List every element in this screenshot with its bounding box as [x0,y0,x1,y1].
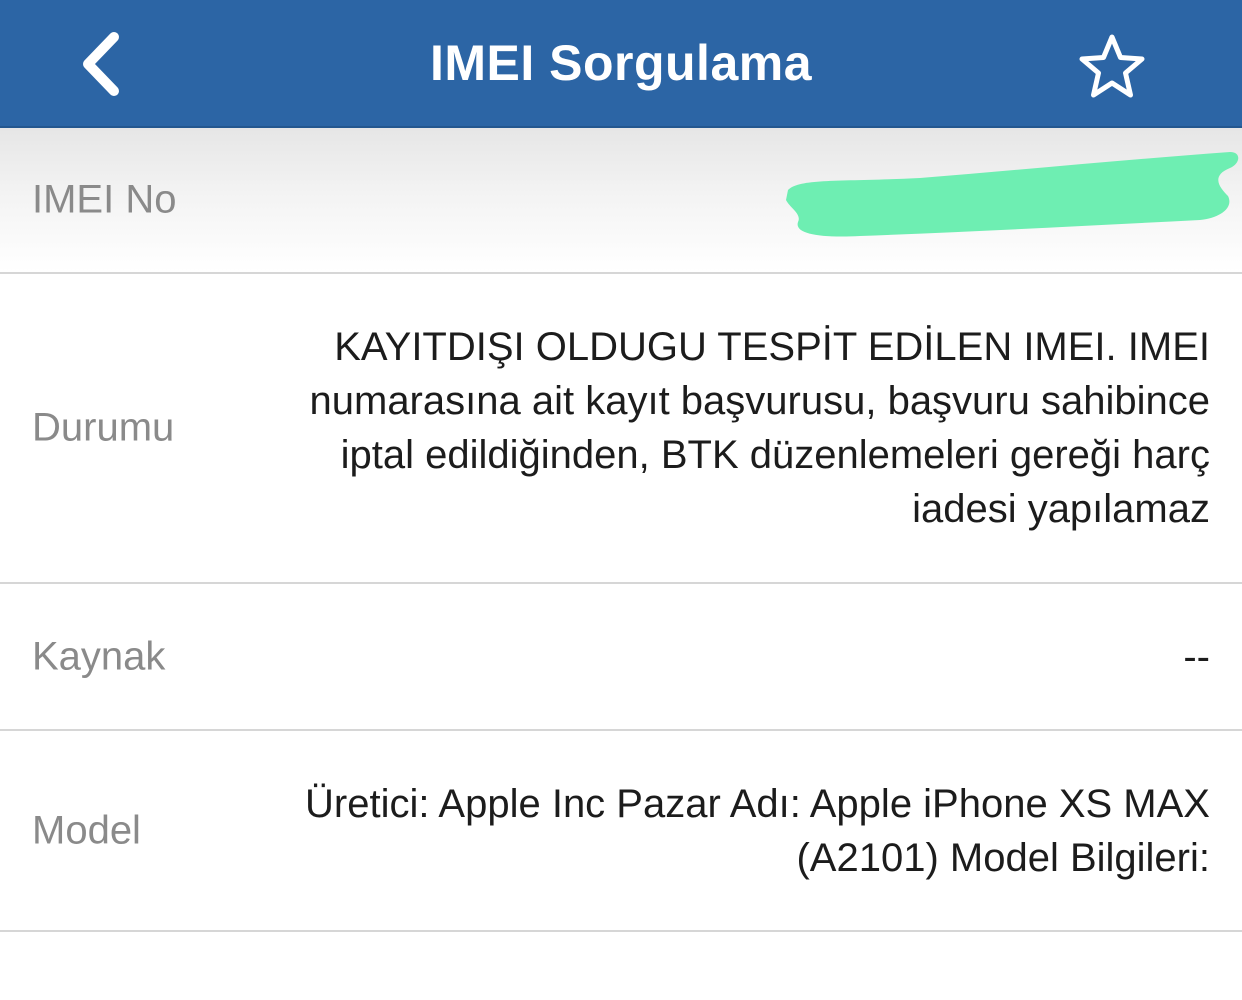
durum-row: Durumu KAYITDIŞI OLDUGU TESPİT EDİLEN IM… [0,274,1242,584]
favorite-button[interactable] [1072,26,1152,106]
navigation-bar: IMEI Sorgulama [0,0,1242,128]
star-outline-icon [1079,34,1145,98]
kaynak-row: Kaynak -- [0,584,1242,731]
kaynak-value: -- [1183,634,1210,679]
kaynak-label: Kaynak [32,634,166,678]
model-row: Model Üretici: Apple Inc Pazar Adı: Appl… [0,731,1242,932]
page-title: IMEI Sorgulama [429,35,813,91]
imei-label: IMEI No [32,177,177,222]
model-label: Model [32,808,141,852]
durum-value: KAYITDIŞI OLDUGU TESPİT EDİLEN IMEI. IME… [309,325,1211,531]
durum-label: Durumu [32,405,175,450]
model-value: Üretici: Apple Inc Pazar Adı: Apple iPho… [305,781,1210,880]
imei-value-redaction [786,152,1239,237]
